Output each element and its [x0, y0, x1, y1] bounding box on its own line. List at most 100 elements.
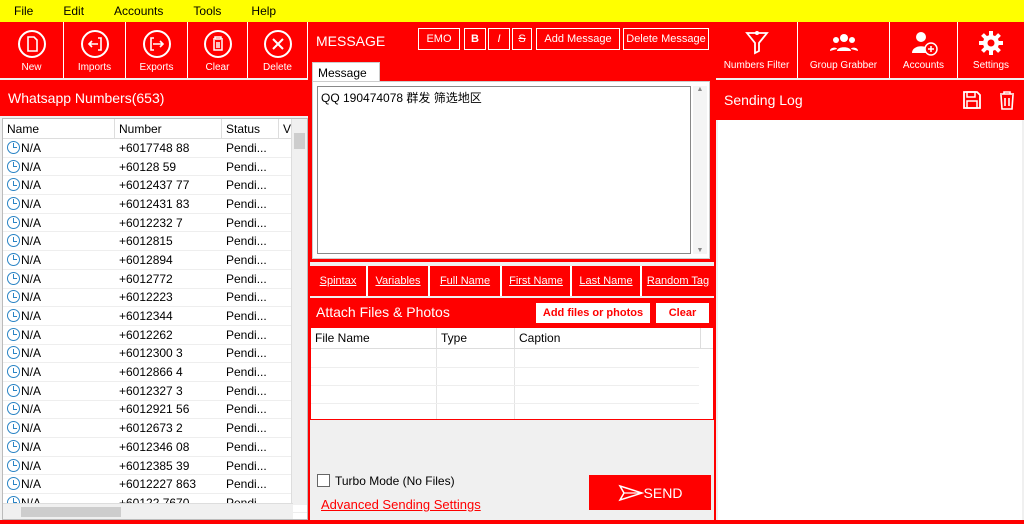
save-icon[interactable] — [962, 90, 982, 110]
first-name-button[interactable]: First Name — [502, 266, 572, 296]
message-textarea[interactable]: QQ 190474078 群发 筛选地区 — [317, 86, 691, 254]
row-name-text: N/A — [21, 365, 42, 380]
table-row[interactable]: N/A +6012894 Pendi... — [3, 251, 307, 270]
table-row[interactable]: N/A +6012300 3 Pendi... — [3, 345, 307, 364]
row-number: +6017748 88 — [119, 140, 190, 155]
clock-icon — [7, 383, 20, 397]
delete-label: Delete — [263, 62, 292, 73]
group-grabber-button[interactable]: Group Grabber — [798, 22, 890, 78]
row-name: N/A — [3, 159, 115, 174]
strike-button[interactable]: S — [512, 28, 532, 50]
col-number[interactable]: Number — [115, 119, 222, 138]
row-name: N/A — [3, 140, 115, 155]
row-name-text: N/A — [21, 215, 42, 230]
attach-row-divider-2 — [311, 385, 699, 386]
numbers-filter-button[interactable]: Numbers Filter — [716, 22, 798, 78]
random-tag-button[interactable]: Random Tag — [642, 266, 714, 296]
add-message-button[interactable]: Add Message — [536, 28, 620, 50]
table-row[interactable]: N/A +6012232 7 Pendi... — [3, 214, 307, 233]
delete-button[interactable]: Delete — [248, 22, 308, 78]
message-text: QQ 190474078 群发 筛选地区 — [321, 91, 482, 105]
bold-button[interactable]: B — [464, 28, 486, 50]
send-button[interactable]: SEND — [589, 475, 711, 510]
row-name-text: N/A — [21, 402, 42, 417]
menu-file[interactable]: File — [14, 4, 33, 18]
clear-button[interactable]: Clear — [188, 22, 248, 78]
table-row[interactable]: N/A +6012327 3 Pendi... — [3, 382, 307, 401]
menu-edit[interactable]: Edit — [63, 4, 84, 18]
clock-icon — [7, 309, 20, 323]
clock-icon — [7, 196, 20, 210]
row-status: Pendi... — [226, 178, 267, 193]
attach-clear-button[interactable]: Clear — [655, 302, 710, 324]
row-status: Pendi... — [226, 252, 267, 267]
spintax-button[interactable]: Spintax — [310, 266, 368, 296]
full-name-button[interactable]: Full Name — [430, 266, 502, 296]
advanced-settings-link[interactable]: Advanced Sending Settings — [321, 497, 481, 512]
log-trash-icon[interactable] — [998, 89, 1016, 111]
turbo-checkbox[interactable] — [317, 474, 330, 487]
attach-table[interactable]: File Name Type Caption — [310, 328, 714, 420]
numbers-scrollbar-h[interactable] — [3, 503, 293, 519]
row-number: +6012227 863 — [119, 477, 197, 492]
filter-icon — [744, 31, 769, 55]
table-row[interactable]: N/A +6012866 4 Pendi... — [3, 363, 307, 382]
table-row[interactable]: N/A +6012262 Pendi... — [3, 326, 307, 345]
table-row[interactable]: N/A +60128 59 Pendi... — [3, 158, 307, 177]
menu-help[interactable]: Help — [251, 4, 276, 18]
clock-icon — [7, 477, 20, 491]
last-name-button[interactable]: Last Name — [572, 266, 642, 296]
table-row[interactable]: N/A +6012772 Pendi... — [3, 270, 307, 289]
numbers-scrollbar-v[interactable] — [291, 119, 307, 505]
attach-title: Attach Files & Photos — [316, 304, 450, 320]
italic-button[interactable]: I — [488, 28, 510, 50]
accounts-button[interactable]: Accounts — [890, 22, 958, 78]
table-row[interactable]: N/A +6012921 56 Pendi... — [3, 401, 307, 420]
table-row[interactable]: N/A +6012815 Pendi... — [3, 232, 307, 252]
sending-log-area[interactable] — [718, 120, 1022, 520]
table-row[interactable]: N/A +6012346 08 Pendi... — [3, 438, 307, 457]
table-row[interactable]: N/A +6012227 863 Pendi... — [3, 475, 307, 495]
menu-accounts[interactable]: Accounts — [114, 4, 163, 18]
delete-message-button[interactable]: Delete Message — [623, 28, 709, 50]
table-row[interactable]: N/A +6017748 88 Pendi... — [3, 139, 307, 158]
variables-button[interactable]: Variables — [368, 266, 430, 296]
table-row[interactable]: N/A +6012344 Pendi... — [3, 307, 307, 326]
row-status: Pendi... — [226, 234, 267, 249]
row-name: N/A — [3, 252, 115, 267]
col-type[interactable]: Type — [437, 328, 515, 348]
row-name-text: N/A — [21, 421, 42, 436]
exports-button[interactable]: Exports — [126, 22, 188, 78]
row-number: +6012223 — [119, 290, 173, 305]
table-row[interactable]: N/A +6012437 77 Pendi... — [3, 176, 307, 196]
settings-button[interactable]: Settings — [958, 22, 1024, 78]
imports-button[interactable]: Imports — [64, 22, 126, 78]
row-number: +60128 59 — [119, 159, 177, 174]
row-status: Pendi... — [226, 458, 267, 473]
table-row[interactable]: N/A +6012223 Pendi... — [3, 289, 307, 308]
col-name[interactable]: Name — [3, 119, 115, 138]
tab-message-1[interactable]: Message 1 — [312, 62, 380, 94]
menu-tools[interactable]: Tools — [193, 4, 221, 18]
add-files-button[interactable]: Add files or photos — [535, 302, 651, 324]
new-button[interactable]: New — [0, 22, 64, 78]
message-scrollbar[interactable]: ▲ ▼ — [693, 86, 707, 254]
table-row[interactable]: N/A +6012385 39 Pendi... — [3, 457, 307, 476]
col-file-name[interactable]: File Name — [311, 328, 437, 348]
h-scroll-thumb[interactable] — [21, 507, 121, 517]
scroll-thumb[interactable] — [294, 133, 305, 149]
row-name: N/A — [3, 215, 115, 230]
col-caption[interactable]: Caption — [515, 328, 701, 348]
clock-icon — [7, 439, 20, 453]
emo-button[interactable]: EMO — [418, 28, 460, 50]
attach-table-header: File Name Type Caption — [311, 328, 713, 349]
accounts-label: Accounts — [902, 60, 945, 71]
row-name: N/A — [3, 178, 115, 192]
col-status[interactable]: Status — [222, 119, 279, 138]
row-name-text: N/A — [21, 439, 42, 454]
numbers-table[interactable]: Name Number Status V N/A +6017748 88 Pendi… — [2, 118, 308, 520]
table-row[interactable]: N/A +6012673 2 Pendi... — [3, 419, 307, 438]
import-icon — [80, 30, 109, 58]
table-row[interactable]: N/A +6012431 83 Pendi... — [3, 195, 307, 214]
row-name: N/A — [3, 271, 115, 286]
